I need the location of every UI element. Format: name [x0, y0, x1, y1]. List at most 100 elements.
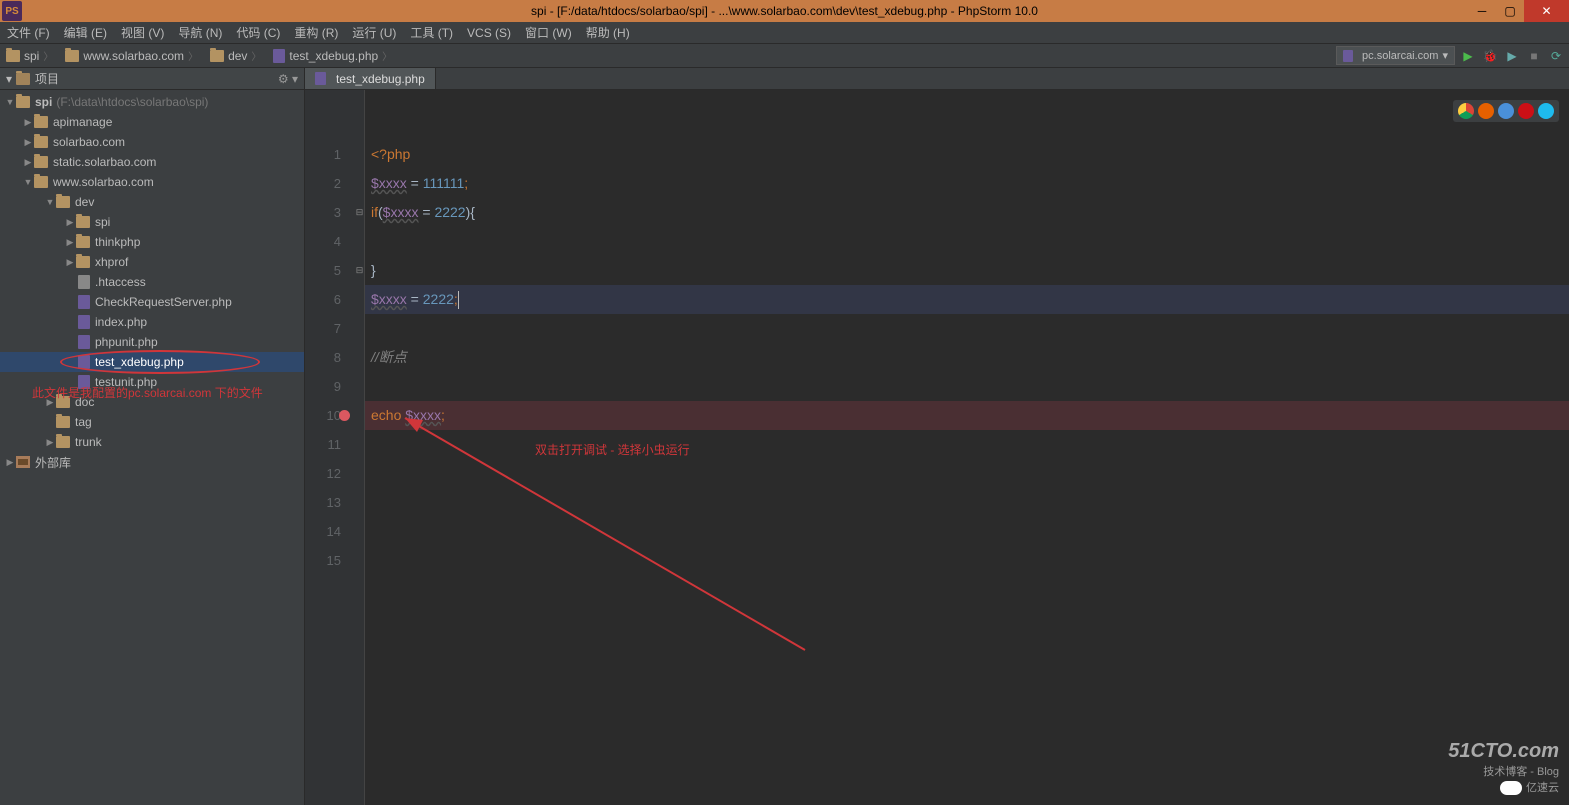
menu-window[interactable]: 窗口 (W) [518, 24, 579, 41]
tree-folder-static[interactable]: static.solarbao.com [0, 152, 304, 172]
expand-icon[interactable] [64, 237, 76, 248]
tree-folder-tag[interactable]: tag [0, 412, 304, 432]
expand-icon[interactable] [4, 457, 16, 468]
run-config-selector[interactable]: pc.solarcai.com ▾ [1336, 46, 1455, 65]
expand-icon[interactable] [44, 197, 56, 207]
code-line[interactable] [365, 372, 1569, 401]
maximize-button[interactable]: ▢ [1496, 0, 1524, 22]
code-line[interactable] [365, 517, 1569, 546]
chrome-icon[interactable] [1458, 103, 1474, 119]
expand-icon[interactable] [4, 97, 16, 107]
tab-test-xdebug[interactable]: test_xdebug.php [305, 68, 436, 89]
code-line[interactable]: } [365, 256, 1569, 285]
chevron-down-icon[interactable]: ▾ [6, 72, 12, 86]
update-button[interactable]: ⟳ [1547, 47, 1565, 65]
line-number[interactable]: 12 [305, 459, 341, 488]
line-number[interactable]: 5 [305, 256, 341, 285]
expand-icon[interactable] [22, 177, 34, 187]
close-button[interactable]: ✕ [1524, 0, 1569, 22]
line-number[interactable]: 1 [305, 140, 341, 169]
menu-vcs[interactable]: VCS (S) [460, 26, 518, 40]
tree-file-phpunit[interactable]: phpunit.php [0, 332, 304, 352]
debug-button[interactable]: 🐞 [1481, 47, 1499, 65]
line-number[interactable]: 8 [305, 343, 341, 372]
menu-code[interactable]: 代码 (C) [229, 24, 287, 41]
code-line[interactable]: $xxxx = 2222; [365, 285, 1569, 314]
tree-file-test-xdebug[interactable]: test_xdebug.php [0, 352, 304, 372]
code-line[interactable] [365, 227, 1569, 256]
safari-icon[interactable] [1498, 103, 1514, 119]
code-line[interactable] [365, 459, 1569, 488]
line-number[interactable]: 2 [305, 169, 341, 198]
menu-run[interactable]: 运行 (U) [345, 24, 403, 41]
minimize-button[interactable]: ─ [1468, 0, 1496, 22]
tree-folder-xhprof[interactable]: xhprof [0, 252, 304, 272]
opera-icon[interactable] [1518, 103, 1534, 119]
ie-icon[interactable] [1538, 103, 1554, 119]
project-panel-header[interactable]: ▾ 项目 ⚙ ▾ [0, 68, 304, 90]
code-line[interactable] [365, 546, 1569, 575]
menu-tools[interactable]: 工具 (T) [403, 24, 460, 41]
fold-icon[interactable]: ⊟ [355, 198, 364, 227]
stop-button[interactable]: ■ [1525, 47, 1543, 65]
breadcrumb-file[interactable]: test_xdebug.php [267, 48, 398, 63]
menu-refactor[interactable]: 重构 (R) [287, 24, 345, 41]
menu-view[interactable]: 视图 (V) [114, 24, 171, 41]
tree-external-libs[interactable]: 外部库 [0, 452, 304, 472]
gutter[interactable]: 1 2 3 4 5 6 7 8 9 10 11 12 13 14 15 [305, 90, 355, 805]
expand-icon[interactable] [44, 437, 56, 448]
tree-folder-trunk[interactable]: trunk [0, 432, 304, 452]
breadcrumb-spi[interactable]: spi [0, 48, 59, 63]
code-editor[interactable]: <?php $xxxx = 111111; if($xxxx = 2222){ … [365, 90, 1569, 805]
tree-folder-solarbao[interactable]: solarbao.com [0, 132, 304, 152]
expand-icon[interactable] [22, 137, 34, 148]
tree-folder-dev[interactable]: dev [0, 192, 304, 212]
line-number[interactable]: 11 [305, 430, 341, 459]
line-number[interactable]: 7 [305, 314, 341, 343]
menu-navigate[interactable]: 导航 (N) [171, 24, 229, 41]
code-line[interactable]: if($xxxx = 2222){ [365, 198, 1569, 227]
panel-title: 项目 [35, 70, 59, 87]
line-number[interactable]: 13 [305, 488, 341, 517]
gear-icon[interactable]: ⚙ ▾ [278, 72, 298, 86]
tree-root[interactable]: spi (F:\data\htdocs\solarbao\spi) [0, 92, 304, 112]
tree-file-index[interactable]: index.php [0, 312, 304, 332]
code-line[interactable]: //断点 [365, 343, 1569, 372]
tree-folder-thinkphp[interactable]: thinkphp [0, 232, 304, 252]
expand-icon[interactable] [22, 157, 34, 168]
folder-icon [76, 236, 90, 248]
tree-file-checkrequest[interactable]: CheckRequestServer.php [0, 292, 304, 312]
breakpoint-marker[interactable] [339, 410, 350, 421]
code-line[interactable]: $xxxx = 111111; [365, 169, 1569, 198]
run-with-coverage-button[interactable]: ▶ [1503, 47, 1521, 65]
menu-file[interactable]: 文件 (F) [0, 24, 57, 41]
line-number[interactable]: 10 [305, 401, 341, 430]
line-number[interactable]: 14 [305, 517, 341, 546]
code-line[interactable] [365, 314, 1569, 343]
folder-icon [56, 416, 70, 428]
expand-icon[interactable] [64, 217, 76, 228]
tree-folder-spi[interactable]: spi [0, 212, 304, 232]
line-number[interactable]: 6 [305, 285, 341, 314]
line-number[interactable]: 9 [305, 372, 341, 401]
menu-edit[interactable]: 编辑 (E) [57, 24, 114, 41]
line-number[interactable]: 15 [305, 546, 341, 575]
line-number[interactable]: 3 [305, 198, 341, 227]
tree-folder-apimanage[interactable]: apimanage [0, 112, 304, 132]
expand-icon[interactable] [22, 117, 34, 128]
tree-folder-www[interactable]: www.solarbao.com [0, 172, 304, 192]
code-line-breakpoint[interactable]: echo $xxxx; [365, 401, 1569, 430]
php-file-icon [1343, 50, 1353, 62]
breadcrumb-dev[interactable]: dev [204, 48, 267, 63]
code-line[interactable] [365, 488, 1569, 517]
code-line[interactable]: <?php [365, 140, 1569, 169]
menu-help[interactable]: 帮助 (H) [579, 24, 637, 41]
editor-tabs: test_xdebug.php [305, 68, 1569, 90]
firefox-icon[interactable] [1478, 103, 1494, 119]
line-number[interactable]: 4 [305, 227, 341, 256]
breadcrumb-www[interactable]: www.solarbao.com [59, 48, 204, 63]
expand-icon[interactable] [64, 257, 76, 268]
fold-icon[interactable]: ⊟ [355, 256, 364, 285]
tree-file-htaccess[interactable]: .htaccess [0, 272, 304, 292]
run-button[interactable]: ▶ [1459, 47, 1477, 65]
